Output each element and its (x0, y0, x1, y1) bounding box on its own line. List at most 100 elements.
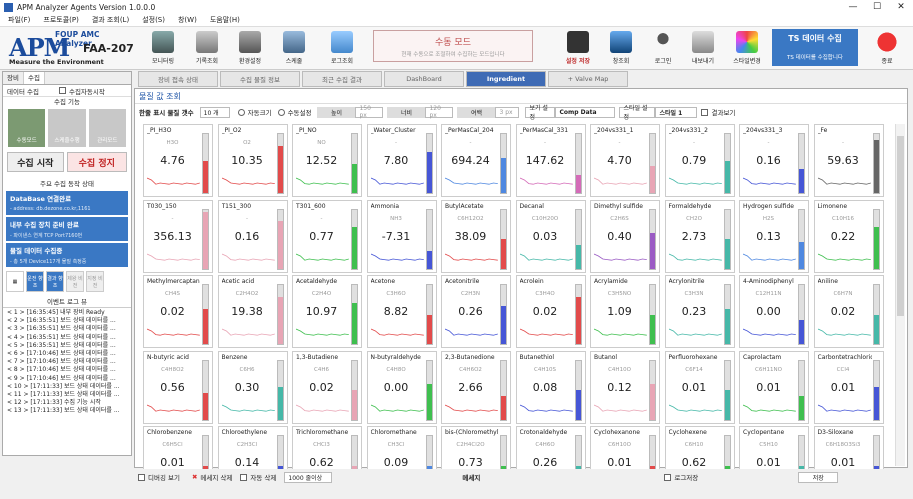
manual-size-radio[interactable] (277, 108, 285, 116)
scroll-thumb[interactable] (897, 136, 904, 316)
material-card[interactable]: T301_600 - 0.77 (292, 199, 362, 273)
material-card[interactable]: bis-(Chloromethyl) ether C2H4Cl2O 0.73 (441, 426, 511, 469)
menu-file[interactable]: 파일(F) (8, 15, 30, 25)
tab-ingredient[interactable]: Ingredient (466, 71, 546, 87)
material-card[interactable]: 2,3-Butanedione C4H6O2 2.66 (441, 350, 511, 424)
material-card[interactable]: Chlorobenzene C6H5Cl 0.01 (143, 426, 213, 469)
spec-button[interactable]: 지정 비전 (86, 271, 104, 292)
material-card[interactable]: Perfluorohexane C6F14 0.01 (664, 350, 735, 424)
login-button[interactable]: 로그인 (646, 29, 680, 67)
stop-collect-button[interactable]: 수집 정지 (66, 152, 127, 172)
material-card[interactable]: _Water_Cluster - 7.80 (366, 124, 437, 197)
tab-valve-map[interactable]: + Valve Map (548, 71, 628, 87)
material-card[interactable]: _PI_H3O H3O 4.76 (143, 124, 213, 197)
schedule-mode-button[interactable]: 스케줄수행 (48, 109, 86, 147)
save-button[interactable]: 저장 (798, 471, 839, 483)
material-card[interactable]: Butanol C4H10O 0.12 (590, 350, 660, 424)
save-settings-button[interactable]: 설정 저장 (558, 29, 598, 67)
menu-help[interactable]: 도움말(H) (210, 15, 240, 25)
material-card[interactable]: Caprolactam C6H11NO 0.01 (739, 350, 809, 424)
auto-delete-checkbox[interactable] (240, 473, 248, 481)
settings-button[interactable]: 환경설정 (233, 29, 267, 67)
schedule-button[interactable]: 스케줄 (277, 29, 311, 67)
tab-collect[interactable]: 수집 (23, 72, 45, 84)
height-input[interactable]: 150 px (355, 105, 384, 119)
material-card[interactable]: Hydrogen sulfide H2S 0.13 (739, 199, 809, 273)
material-card[interactable]: Cyclohexene C6H10 0.62 (664, 426, 735, 469)
log-button[interactable]: 로그조회 (325, 29, 359, 67)
style-select[interactable]: 스타일 1 (655, 106, 698, 118)
material-card[interactable]: _PerMasCal_331 - 147.62 (515, 124, 586, 197)
material-card[interactable]: N-butyric acid C4H8O2 0.56 (143, 350, 213, 424)
maximize-icon[interactable]: ☐ (865, 0, 889, 14)
material-card[interactable]: Acetone C3H6O 8.82 (366, 275, 437, 348)
material-card[interactable]: Butanethiol C4H10S 0.08 (515, 350, 586, 424)
menu-results[interactable]: 결과 조회(L) (92, 15, 129, 25)
material-card[interactable]: 4-Aminodiphenyl C12H11N 0.00 (739, 275, 809, 348)
history-button[interactable]: 기록조회 (190, 29, 224, 67)
gap-input[interactable]: 3 px (495, 106, 520, 118)
width-input[interactable]: 120 px (425, 105, 454, 119)
material-card[interactable]: Acetaldehyde C2H4O 10.97 (292, 275, 362, 348)
debug-checkbox[interactable] (138, 473, 145, 481)
result-button[interactable]: 결과 향조 (46, 271, 64, 292)
material-card[interactable]: Cyclohexanone C6H10O 0.01 (590, 426, 660, 469)
minimize-icon[interactable]: — (841, 0, 865, 14)
auto-size-radio[interactable] (237, 108, 245, 116)
material-card[interactable]: 1,3-Butadiene C4H6 0.02 (292, 350, 362, 424)
style-setting-button[interactable]: 스타일 설정 (619, 105, 656, 121)
material-card[interactable]: T030_150 - 356.13 (143, 199, 213, 273)
material-card[interactable]: D3-Siloxane C6H18O3Si3 0.01 (813, 426, 884, 469)
material-card[interactable]: Carbontetrachloride CCl4 0.01 (813, 350, 884, 424)
ts-collect-button[interactable]: TS 데이터 수집 TS 데이터를 수집합니다 (772, 29, 858, 66)
material-card[interactable]: Acetic acid C2H4O2 19.38 (217, 275, 288, 348)
manual-mode-button[interactable]: 수동모드 (8, 109, 46, 147)
auto-start-checkbox[interactable] (58, 87, 66, 94)
tab-dashboard[interactable]: DashBoard (384, 71, 464, 87)
tab-material-info[interactable]: 수집 물질 정보 (220, 71, 300, 87)
max-lines-input[interactable]: 1000 줄이상 (284, 471, 333, 483)
material-card[interactable]: Trichloromethane CHCl3 0.62 (292, 426, 362, 469)
material-card[interactable]: _PI_NO NO 12.52 (292, 124, 362, 197)
material-card[interactable]: Dimethyl sulfide C2H6S 0.40 (590, 199, 660, 273)
material-card[interactable]: _204vs331_2 - 0.79 (664, 124, 735, 197)
material-card[interactable]: Benzene C6H6 0.30 (217, 350, 288, 424)
exit-button[interactable]: 종료 (870, 29, 904, 67)
menu-protocol[interactable]: 프로토콜(P) (43, 15, 78, 25)
material-card[interactable]: N-butyraldehyde C4H8O 0.00 (366, 350, 437, 424)
grid-button[interactable]: ▦ (6, 271, 24, 292)
grid-scrollbar[interactable] (895, 124, 905, 466)
material-card[interactable]: _PI_O2 O2 10.35 (217, 124, 288, 197)
material-card[interactable]: _204vs331_3 - 0.16 (739, 124, 809, 197)
graph-checkbox[interactable] (701, 108, 709, 116)
admin-mode-button[interactable]: 관리모드 (88, 109, 126, 147)
material-card[interactable]: Aniline C6H7N 0.02 (813, 275, 884, 348)
close-icon[interactable]: ✕ (889, 0, 913, 14)
material-card[interactable]: T151_300 - 0.16 (217, 199, 288, 273)
material-card[interactable]: Chloromethane CH3Cl 0.09 (366, 426, 437, 469)
row-count-input[interactable]: 10 개 (199, 106, 230, 118)
material-card[interactable]: Acrylonitrile C3H3N 0.23 (664, 275, 735, 348)
material-card[interactable]: Acetonitrile C2H3N 0.26 (441, 275, 511, 348)
material-card[interactable]: Limonene C10H16 0.22 (813, 199, 884, 273)
material-card[interactable]: _PerMasCal_204 - 694.24 (441, 124, 511, 197)
export-button[interactable]: 내보내기 (686, 29, 720, 67)
material-card[interactable]: _Fe - 59.63 (813, 124, 884, 197)
log-save-checkbox[interactable] (664, 473, 672, 481)
material-card[interactable]: Acrolein C3H4O 0.02 (515, 275, 586, 348)
tab-device-status[interactable]: 장비 접속 상태 (138, 71, 218, 87)
material-card[interactable]: ButylAcetate C6H12O2 38.09 (441, 199, 511, 273)
view-select[interactable]: Comp Data (555, 106, 616, 118)
material-card[interactable]: Methylmercaptan CH4S 0.02 (143, 275, 213, 348)
menu-settings[interactable]: 설정(S) (142, 15, 165, 25)
material-card[interactable]: Formaldehyde CH2O 2.73 (664, 199, 735, 273)
menu-window[interactable]: 창(W) (178, 15, 197, 25)
start-collect-button[interactable]: 수집 시작 (7, 152, 64, 172)
view-setting-button[interactable]: 보기 설정 (525, 105, 556, 121)
material-card[interactable]: Decanal C10H20O 0.03 (515, 199, 586, 273)
material-card[interactable]: Chloroethylene C2H3Cl 0.14 (217, 426, 288, 469)
vision-button[interactable]: 제왕 비전 (66, 271, 84, 292)
window-view-button[interactable]: 창조회 (604, 29, 638, 67)
style-change-button[interactable]: 스타일변경 (727, 29, 767, 67)
material-card[interactable]: Cyclopentane C5H10 0.01 (739, 426, 809, 469)
